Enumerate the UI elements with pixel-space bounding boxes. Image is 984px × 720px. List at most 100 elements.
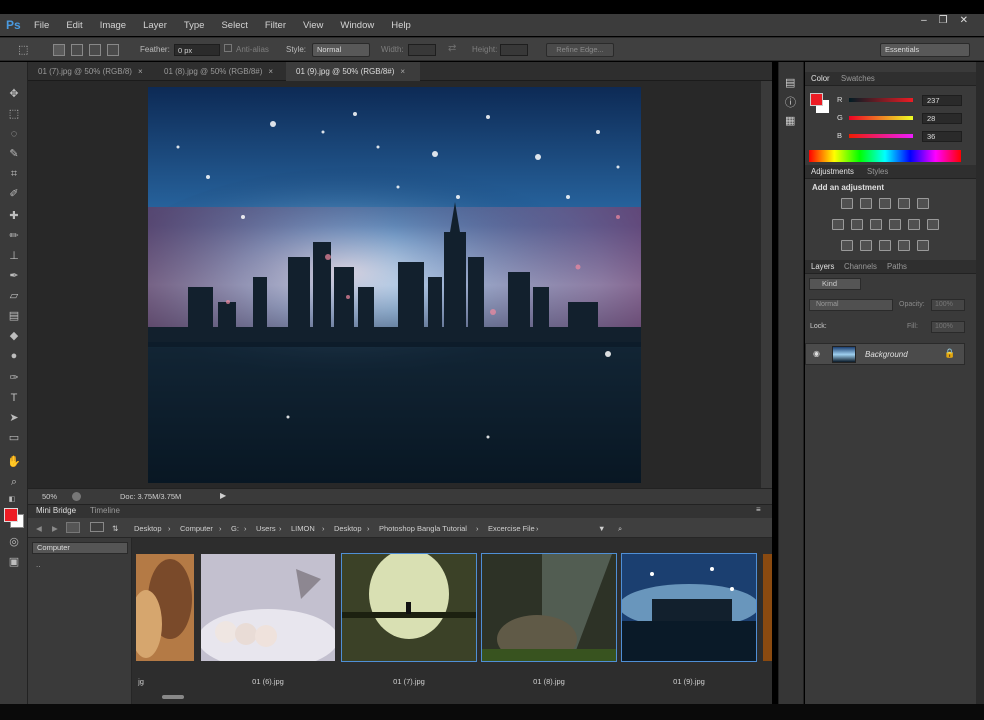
close-tab-icon[interactable]: ×: [138, 67, 143, 76]
layer-row-background[interactable]: ◉ Background 🔒: [805, 343, 965, 365]
thumbnail-8[interactable]: [481, 553, 617, 662]
menu-window[interactable]: Window: [340, 20, 374, 31]
selective-color-icon[interactable]: [898, 240, 910, 251]
tab-channels[interactable]: Channels: [844, 262, 877, 271]
marquee-preset-icon[interactable]: ⬚: [18, 43, 28, 56]
shape-tool-icon[interactable]: ▭: [6, 430, 22, 446]
path-select-tool-icon[interactable]: ➤: [6, 410, 22, 426]
thumbnail-5[interactable]: [136, 554, 194, 661]
swap-icon[interactable]: ⇄: [448, 43, 456, 54]
red-value[interactable]: 237: [922, 95, 962, 106]
width-input[interactable]: [408, 44, 436, 56]
default-colors-icon[interactable]: ◧: [4, 492, 20, 508]
marquee-tool-icon[interactable]: ⬚: [6, 106, 22, 122]
new-selection-icon[interactable]: [53, 44, 65, 56]
exposure-icon[interactable]: [898, 198, 910, 209]
properties-icon[interactable]: ⓘ: [785, 94, 796, 110]
antialias-checkbox[interactable]: [224, 44, 232, 52]
menu-type[interactable]: Type: [184, 20, 205, 31]
blue-slider[interactable]: B 36: [837, 131, 984, 143]
move-tool-icon[interactable]: ✥: [6, 86, 22, 102]
intersect-selection-icon[interactable]: [107, 44, 119, 56]
sort-icon[interactable]: ⇅: [112, 524, 118, 533]
close-tab-icon[interactable]: ×: [268, 67, 273, 76]
bridge-launch-icon[interactable]: [66, 522, 80, 533]
green-value[interactable]: 28: [922, 113, 962, 124]
blue-value[interactable]: 36: [922, 131, 962, 142]
layer-name[interactable]: Background: [865, 350, 908, 359]
doc-tab-2[interactable]: 01 (8).jpg @ 50% (RGB/8#) ×: [154, 62, 286, 81]
lasso-tool-icon[interactable]: ◌: [6, 126, 22, 142]
height-input[interactable]: [500, 44, 528, 56]
quick-select-tool-icon[interactable]: ✎: [6, 146, 22, 162]
menu-file[interactable]: File: [34, 20, 49, 31]
green-slider[interactable]: G 28: [837, 113, 984, 125]
vibrance-icon[interactable]: [917, 198, 929, 209]
foreground-color-swatch[interactable]: [4, 508, 18, 522]
forward-arrow-icon[interactable]: ▶: [52, 524, 58, 533]
dodge-tool-icon[interactable]: ●: [6, 348, 22, 364]
subtract-selection-icon[interactable]: [89, 44, 101, 56]
history-brush-tool-icon[interactable]: ✒: [6, 268, 22, 284]
thumbnail-7[interactable]: [341, 553, 477, 662]
curves-icon[interactable]: [879, 198, 891, 209]
opacity-input[interactable]: 100%: [931, 299, 965, 311]
breadcrumb-desktop[interactable]: Desktop: [134, 524, 162, 533]
green-track[interactable]: [849, 116, 913, 120]
pen-tool-icon[interactable]: ✑: [6, 370, 22, 386]
menu-filter[interactable]: Filter: [265, 20, 286, 31]
breadcrumb-drive[interactable]: G:: [231, 524, 239, 533]
status-menu-arrow-icon[interactable]: ▶: [220, 491, 226, 500]
tab-timeline[interactable]: Timeline: [90, 506, 120, 515]
tab-paths[interactable]: Paths: [887, 262, 907, 271]
tab-adjustments[interactable]: Adjustments: [811, 167, 854, 176]
close-tab-icon[interactable]: ×: [400, 67, 405, 76]
blue-track[interactable]: [849, 134, 913, 138]
zoom-level[interactable]: 50%: [42, 492, 57, 501]
tab-layers[interactable]: Layers: [811, 262, 834, 271]
color-ramp[interactable]: [809, 150, 961, 162]
tab-mini-bridge[interactable]: Mini Bridge: [36, 506, 76, 515]
add-selection-icon[interactable]: [71, 44, 83, 56]
tab-color[interactable]: Color: [811, 74, 830, 83]
color-lookup-icon[interactable]: [927, 219, 939, 230]
gradient-tool-icon[interactable]: ▤: [6, 308, 22, 324]
blur-tool-icon[interactable]: ◆: [6, 328, 22, 344]
thumbnail-10[interactable]: [763, 554, 772, 661]
style-select[interactable]: Normal: [312, 43, 370, 57]
layer-filter-select[interactable]: Kind: [809, 278, 861, 290]
invert-icon[interactable]: [841, 240, 853, 251]
workspace-select[interactable]: Essentials: [880, 43, 970, 57]
healing-brush-tool-icon[interactable]: ✚: [6, 208, 22, 224]
menu-edit[interactable]: Edit: [66, 20, 82, 31]
document-canvas-image[interactable]: [148, 87, 641, 483]
levels-icon[interactable]: [860, 198, 872, 209]
maximize-button[interactable]: ❐: [939, 15, 948, 26]
breadcrumb-computer[interactable]: Computer: [180, 524, 213, 533]
close-button[interactable]: ✕: [960, 15, 968, 26]
screen-mode-icon[interactable]: ▣: [6, 554, 22, 570]
thumbnail-6[interactable]: [201, 554, 335, 661]
hue-saturation-icon[interactable]: [832, 219, 844, 230]
threshold-icon[interactable]: [879, 240, 891, 251]
feather-input[interactable]: 0 px: [174, 44, 220, 56]
breadcrumb-users[interactable]: Users: [256, 524, 276, 533]
breadcrumb-exercise[interactable]: Excercise File: [488, 524, 535, 533]
parent-folder-item[interactable]: ..: [36, 560, 40, 569]
brightness-icon[interactable]: [841, 198, 853, 209]
actions-icon[interactable]: ▦: [785, 114, 795, 127]
history-icon[interactable]: ▤: [785, 76, 795, 89]
doc-tab-1[interactable]: 01 (7).jpg @ 50% (RGB/8) ×: [28, 62, 154, 81]
minimize-button[interactable]: –: [921, 15, 927, 26]
thumbnail-scrollbar[interactable]: [162, 695, 184, 699]
doc-tab-3[interactable]: 01 (9).jpg @ 50% (RGB/8#) ×: [286, 62, 420, 81]
breadcrumb-desktop-2[interactable]: Desktop: [334, 524, 362, 533]
thumbnail-9[interactable]: [621, 553, 757, 662]
back-arrow-icon[interactable]: ◀: [36, 524, 42, 533]
refine-edge-button[interactable]: Refine Edge...: [546, 43, 614, 57]
menu-help[interactable]: Help: [391, 20, 411, 31]
tab-styles[interactable]: Styles: [867, 167, 888, 176]
hand-tool-icon[interactable]: ✋: [6, 454, 22, 470]
menu-view[interactable]: View: [303, 20, 323, 31]
search-icon[interactable]: ⌕: [618, 524, 622, 534]
